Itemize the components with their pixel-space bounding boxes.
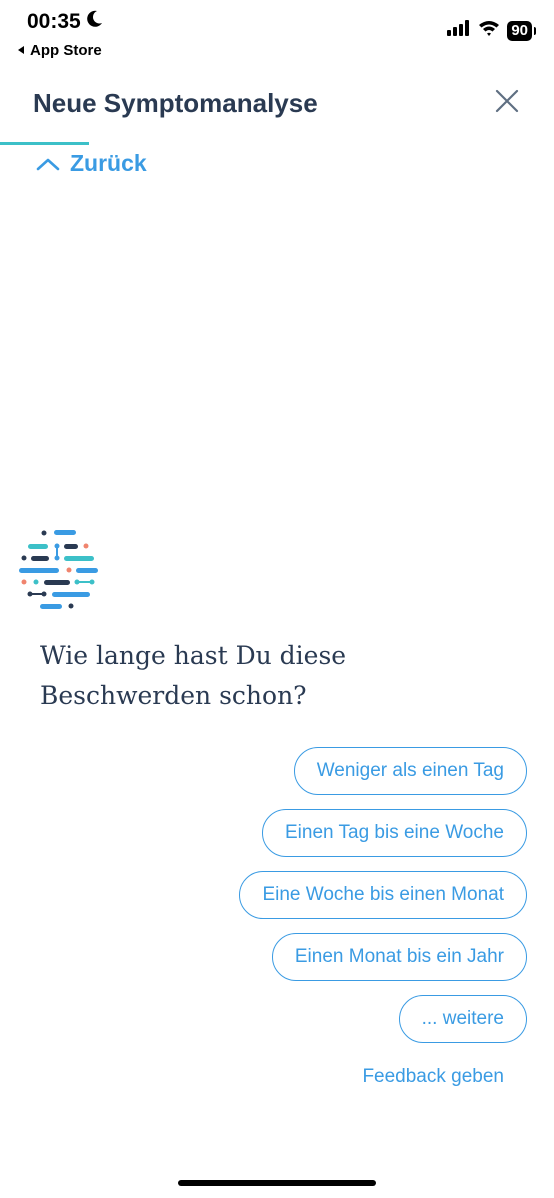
answer-options: Weniger als einen Tag Einen Tag bis eine… bbox=[239, 747, 527, 1043]
answer-month-to-year[interactable]: Einen Monat bis ein Jahr bbox=[271, 933, 527, 981]
wifi-icon bbox=[478, 20, 500, 41]
answer-day-to-week[interactable]: Einen Tag bis eine Woche bbox=[261, 809, 527, 857]
progress-bar bbox=[0, 142, 554, 145]
page-title: Neue Symptomanalyse bbox=[33, 88, 318, 118]
status-indicators: 90 bbox=[447, 20, 536, 41]
close-button[interactable] bbox=[494, 88, 520, 114]
answer-more-button[interactable]: ... weitere bbox=[398, 995, 527, 1043]
answer-less-than-day[interactable]: Weniger als einen Tag bbox=[293, 747, 527, 795]
app-store-back-link[interactable]: App Store bbox=[16, 42, 102, 59]
answer-week-to-month[interactable]: Eine Woche bis einen Monat bbox=[239, 871, 527, 919]
moon-icon bbox=[86, 10, 103, 34]
ada-logo-icon bbox=[19, 530, 98, 609]
back-button-label: Zurück bbox=[70, 150, 147, 176]
question-text: Wie lange hast Du diese Beschwerden scho… bbox=[40, 641, 347, 710]
status-time-text: 00:35 bbox=[27, 10, 81, 33]
feedback-link[interactable]: Feedback geben bbox=[362, 1066, 504, 1088]
back-triangle-icon bbox=[16, 42, 26, 59]
status-time: 00:35 bbox=[27, 10, 103, 34]
back-button[interactable]: Zurück bbox=[36, 150, 147, 177]
progress-fill bbox=[0, 142, 89, 145]
app-store-label: App Store bbox=[30, 42, 102, 59]
chevron-up-icon bbox=[36, 158, 60, 170]
signal-icon bbox=[447, 20, 471, 41]
close-icon bbox=[495, 89, 519, 113]
home-indicator bbox=[178, 1180, 376, 1186]
battery-indicator: 90 bbox=[507, 20, 536, 41]
